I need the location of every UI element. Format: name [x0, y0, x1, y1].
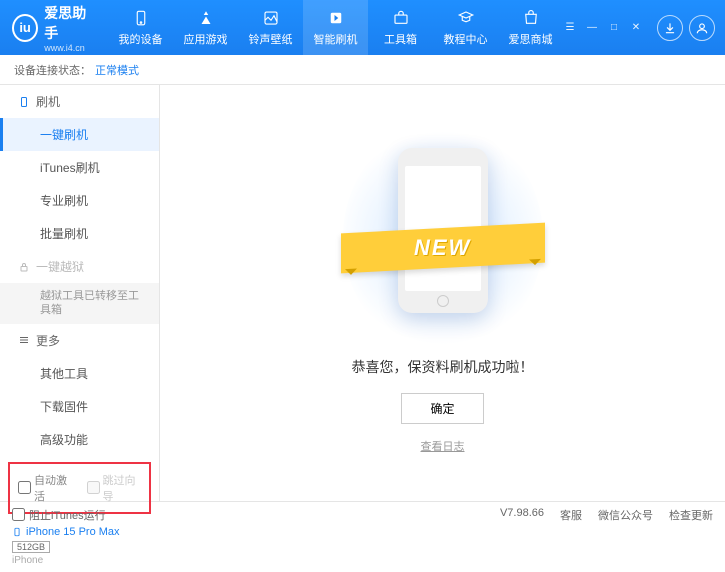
group-label: 更多 [36, 332, 60, 349]
nav-label: 爱思商城 [509, 31, 553, 47]
nav-label: 应用游戏 [184, 31, 228, 47]
app-header: iu 爱思助手 www.i4.cn 我的设备 应用游戏 铃声壁纸 智能刷机 工具… [0, 0, 725, 55]
nav-label: 教程中心 [444, 31, 488, 47]
auto-activate-checkbox[interactable]: 自动激活 [18, 472, 73, 504]
success-message: 恭喜您，保资料刷机成功啦！ [352, 357, 534, 377]
storage-badge: 512GB [12, 541, 50, 553]
nav-label: 智能刷机 [314, 31, 358, 47]
download-button[interactable] [657, 15, 683, 41]
flash-icon [326, 8, 346, 28]
minimize-icon[interactable]: — [585, 22, 599, 33]
phone-icon [18, 96, 30, 108]
ribbon-text: NEW [414, 235, 471, 261]
sidebar-group-flash[interactable]: 刷机 [0, 85, 159, 118]
sidebar-item-other-tools[interactable]: 其他工具 [0, 357, 159, 390]
status-bar: 设备连接状态： 正常模式 [0, 55, 725, 85]
group-label: 一键越狱 [36, 258, 84, 275]
sidebar-group-more[interactable]: 更多 [0, 324, 159, 357]
sidebar-group-jailbreak: 一键越狱 [0, 250, 159, 283]
checkbox-label: 自动激活 [34, 472, 73, 504]
nav-apps[interactable]: 应用游戏 [173, 0, 238, 55]
apps-icon [196, 8, 216, 28]
maximize-icon[interactable]: □ [607, 22, 621, 33]
shop-icon [521, 8, 541, 28]
skip-guide-checkbox[interactable]: 跳过向导 [87, 472, 142, 504]
footer-update[interactable]: 检查更新 [669, 507, 713, 523]
status-value: 正常模式 [95, 62, 139, 78]
tutorial-icon [456, 8, 476, 28]
top-nav: 我的设备 应用游戏 铃声壁纸 智能刷机 工具箱 教程中心 爱思商城 [108, 0, 563, 55]
logo-icon: iu [12, 14, 38, 42]
ok-button[interactable]: 确定 [401, 393, 483, 424]
lock-icon [18, 261, 30, 273]
nav-tutorial[interactable]: 教程中心 [433, 0, 498, 55]
device-name-text: iPhone 15 Pro Max [26, 526, 120, 538]
main-content: NEW 恭喜您，保资料刷机成功啦！ 确定 查看日志 [160, 85, 725, 501]
window-controls: ☰ — □ ✕ [563, 22, 643, 33]
app-title: 爱思助手 [44, 3, 96, 43]
more-icon [18, 334, 30, 346]
sidebar-item-download-firmware[interactable]: 下载固件 [0, 390, 159, 423]
device-icon [131, 8, 151, 28]
menu-icon[interactable]: ☰ [563, 22, 577, 33]
nav-media[interactable]: 铃声壁纸 [238, 0, 303, 55]
jailbreak-note: 越狱工具已转移至工具箱 [0, 283, 159, 324]
footer-wechat[interactable]: 微信公众号 [598, 507, 653, 523]
footer-support[interactable]: 客服 [560, 507, 582, 523]
nav-label: 我的设备 [119, 31, 163, 47]
nav-label: 铃声壁纸 [249, 31, 293, 47]
sidebar-item-oneclick-flash[interactable]: 一键刷机 [0, 118, 159, 151]
close-icon[interactable]: ✕ [629, 22, 643, 33]
app-url: www.i4.cn [44, 43, 96, 53]
toolbox-icon [391, 8, 411, 28]
view-log-link[interactable]: 查看日志 [421, 438, 465, 454]
sidebar-item-batch-flash[interactable]: 批量刷机 [0, 217, 159, 250]
nav-shop[interactable]: 爱思商城 [498, 0, 563, 55]
block-itunes-checkbox[interactable]: 阻止iTunes运行 [12, 507, 106, 523]
version-label: V7.98.66 [500, 507, 544, 523]
media-icon [261, 8, 281, 28]
sidebar-item-pro-flash[interactable]: 专业刷机 [0, 184, 159, 217]
header-right: ☰ — □ ✕ [563, 15, 725, 41]
phone-icon [12, 527, 22, 537]
logo-area: iu 爱思助手 www.i4.cn [0, 3, 108, 53]
sidebar: 刷机 一键刷机 iTunes刷机 专业刷机 批量刷机 一键越狱 越狱工具已转移至… [0, 85, 160, 501]
nav-tools[interactable]: 工具箱 [368, 0, 433, 55]
success-illustration: NEW [353, 133, 533, 343]
nav-my-device[interactable]: 我的设备 [108, 0, 173, 55]
status-label: 设备连接状态： [14, 62, 91, 78]
sidebar-item-advanced[interactable]: 高级功能 [0, 423, 159, 456]
checkbox-label: 跳过向导 [103, 472, 142, 504]
checkbox-label: 阻止iTunes运行 [29, 507, 106, 523]
group-label: 刷机 [36, 93, 60, 110]
nav-label: 工具箱 [384, 31, 417, 47]
device-info: iPhone 15 Pro Max 512GB iPhone [0, 520, 159, 572]
device-name[interactable]: iPhone 15 Pro Max [12, 526, 147, 538]
nav-flash[interactable]: 智能刷机 [303, 0, 368, 55]
sidebar-item-itunes-flash[interactable]: iTunes刷机 [0, 151, 159, 184]
device-type: iPhone [12, 555, 147, 566]
user-button[interactable] [689, 15, 715, 41]
